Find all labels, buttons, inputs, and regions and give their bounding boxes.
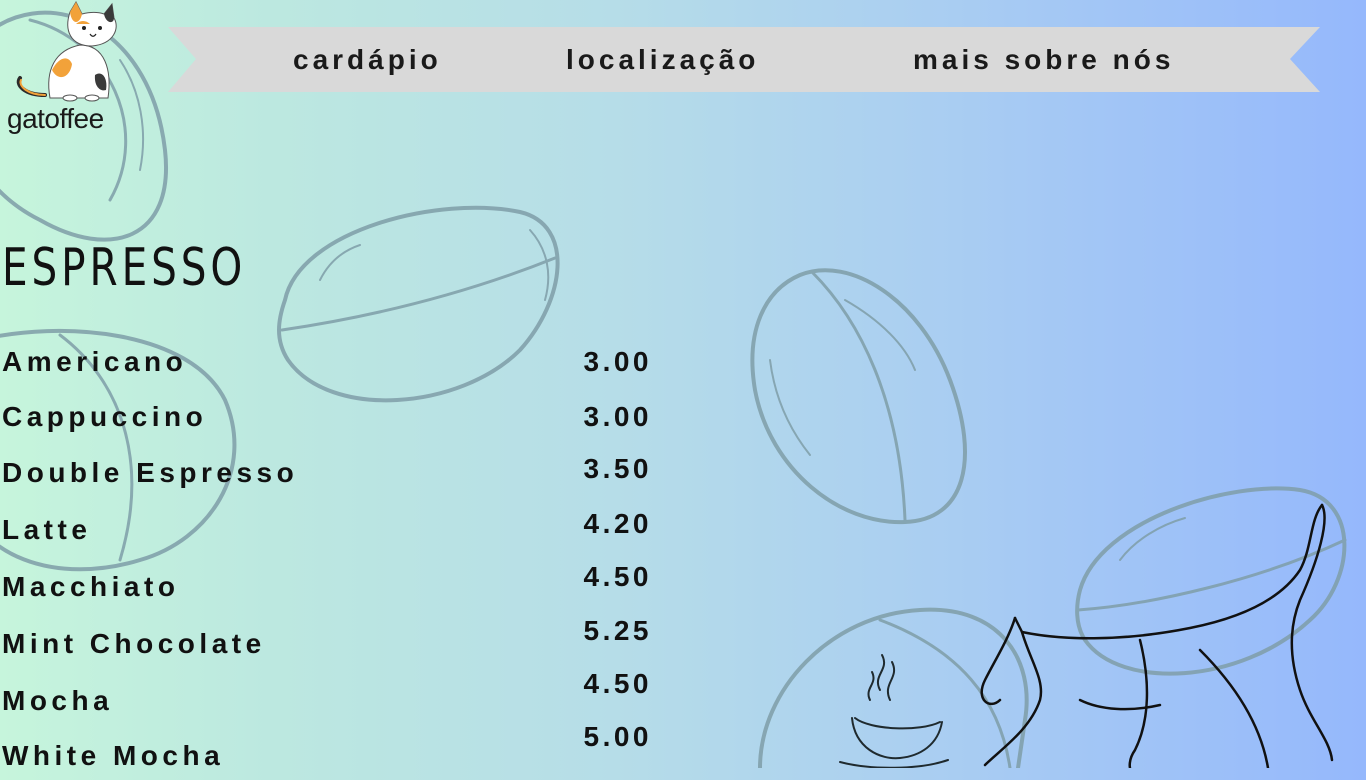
menu-item-name: Cappuccino: [2, 401, 208, 432]
brand-logo[interactable]: gatoffee: [4, 0, 134, 140]
nav-link-mais-sobre-nos[interactable]: mais sobre nós: [913, 27, 1174, 92]
menu-item-price: 3.50: [583, 453, 652, 484]
coffee-bean-icon: [750, 268, 967, 525]
coffee-bean-icon: [758, 607, 1029, 768]
calico-cat-icon: [16, 0, 117, 102]
menu-item-name: Mocha: [2, 685, 114, 716]
menu-item-price: 5.00: [583, 721, 652, 752]
menu-item: Cappuccino 3.00: [0, 401, 660, 441]
menu-item-name: Double Espresso: [2, 457, 299, 488]
brand-name: gatoffee: [7, 103, 104, 134]
menu-item: Americano 3.00: [0, 346, 660, 386]
menu-item: Macchiato 4.50: [0, 561, 660, 611]
menu-item-name: Latte: [2, 514, 92, 545]
menu-item-price: 3.00: [583, 346, 652, 377]
coffee-bean-icon: [1075, 486, 1347, 676]
menu-item-price: 5.25: [583, 615, 652, 646]
section-title: ESPRESSO: [2, 238, 247, 298]
menu-item: Mint Chocolate 5.25: [0, 615, 660, 668]
menu-item-name: Americano: [2, 346, 188, 377]
nav-link-cardapio[interactable]: cardápio: [293, 27, 442, 92]
walking-cat-outline-icon: [980, 503, 1334, 768]
menu-item: White Mocha 5.00: [0, 721, 660, 780]
menu-item-name: White Mocha: [2, 740, 225, 771]
menu-item: Double Espresso 3.50: [0, 453, 660, 497]
menu-item-price: 4.50: [583, 668, 652, 699]
menu-item-price: 4.50: [583, 561, 652, 592]
menu-item-price: 3.00: [583, 401, 652, 432]
menu-item: Mocha 4.50: [0, 668, 660, 725]
nav-ribbon: cardápio localização mais sobre nós: [168, 27, 1320, 92]
menu-item-name: Macchiato: [2, 571, 180, 602]
coffee-cup-icon: [839, 654, 949, 768]
menu-item-price: 4.20: [583, 508, 652, 539]
menu-item: Latte 4.20: [0, 508, 660, 554]
nav-link-localizacao[interactable]: localização: [566, 27, 759, 92]
menu-item-name: Mint Chocolate: [2, 628, 266, 659]
